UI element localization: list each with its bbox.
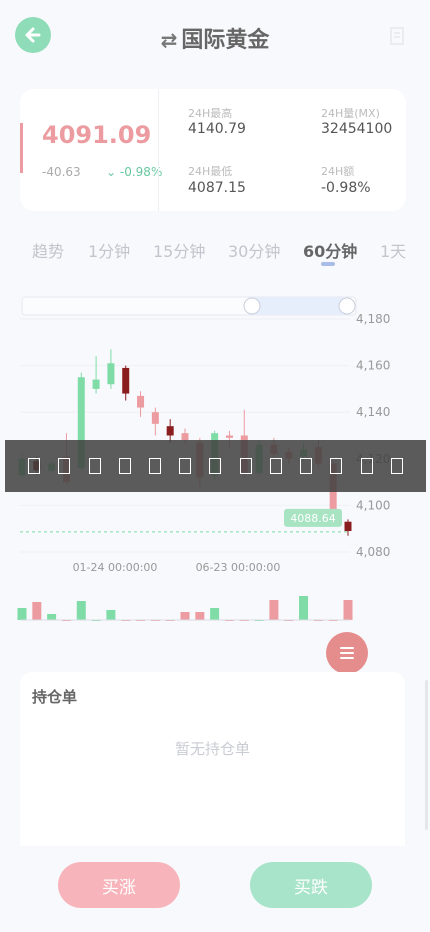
tab-15min[interactable]: 15分钟 <box>153 238 205 262</box>
scrollbar[interactable] <box>425 680 428 830</box>
interval-tabs: 趋势 1分钟 15分钟 30分钟 60分钟 1天 <box>0 234 430 270</box>
volume-bar <box>195 612 205 620</box>
positions-empty-text: 暂无持仓单 <box>174 740 250 758</box>
stat-amount-value: -0.98% <box>321 180 371 196</box>
tab-30min[interactable]: 30分钟 <box>228 238 280 262</box>
candle <box>344 521 352 532</box>
missing-glyph-box <box>148 458 161 474</box>
last-price-tag: 4088.64 <box>284 508 342 527</box>
y-tick-label: 4,160 <box>356 359 390 373</box>
card-divider <box>158 89 159 211</box>
buy-down-button[interactable]: 买跌 <box>250 862 372 908</box>
candle <box>166 426 174 436</box>
y-tick-label: 4,180 <box>356 312 390 326</box>
stat-low-label: 24H最低 <box>188 165 233 178</box>
stat-volume-label: 24H量(MX) <box>321 107 380 120</box>
missing-glyph-box <box>28 458 41 474</box>
y-tick-label: 4,140 <box>356 405 390 419</box>
price-accent-bar <box>20 123 23 173</box>
candle <box>92 379 100 389</box>
price-change-pct: ⌄ -0.98% <box>106 165 162 179</box>
y-axis: 4,1804,1604,1404,1204,1004,080 <box>356 312 390 559</box>
price-change: -40.63 <box>42 165 81 179</box>
volume-bar <box>343 600 353 620</box>
missing-glyph-box <box>118 458 131 474</box>
stat-low-value: 4087.15 <box>188 180 246 196</box>
stat-amount-label: 24H额 <box>321 165 355 178</box>
missing-glyph-box <box>88 458 101 474</box>
stat-volume-value: 32454100 <box>321 121 393 137</box>
candle <box>137 395 145 408</box>
volume-bar <box>180 612 190 620</box>
candle <box>107 363 115 385</box>
candle <box>225 435 233 438</box>
missing-glyph-box <box>390 458 403 474</box>
tab-60min[interactable]: 60分钟 <box>303 238 357 262</box>
current-price: 4091.09 <box>42 121 152 149</box>
stat-high-label: 24H最高 <box>188 107 233 120</box>
chevron-down-icon: ⌄ <box>106 165 117 179</box>
volume-bar <box>32 602 42 620</box>
quote-card: 4091.09 -40.63 ⌄ -0.98% 24H最高 4140.79 24… <box>20 89 406 211</box>
bottom-action-bar: 买涨 买跌 <box>0 846 430 932</box>
missing-glyph-box <box>179 458 192 474</box>
active-tab-indicator <box>321 262 335 266</box>
y-tick-label: 4,100 <box>356 498 390 512</box>
tab-1day[interactable]: 1天 <box>380 238 406 262</box>
page-title-wrap[interactable]: ⇄ 国际黄金 <box>0 22 430 54</box>
notification-banner <box>5 440 426 492</box>
tab-1min[interactable]: 1分钟 <box>88 238 130 262</box>
info-icon[interactable] <box>388 26 406 46</box>
volume-bar <box>17 608 27 620</box>
menu-button[interactable] <box>326 632 368 674</box>
page-title: 国际黄金 <box>181 28 270 53</box>
x-label-2: 06-23 00:00:00 <box>196 561 281 574</box>
volume-bar <box>106 610 116 620</box>
positions-panel: 持仓单 暂无持仓单 <box>20 672 405 862</box>
stat-high-value: 4140.79 <box>188 121 246 137</box>
missing-glyph-box <box>209 458 222 474</box>
price-change-pct-value: -0.98% <box>119 165 163 179</box>
missing-glyph-box <box>58 458 71 474</box>
menu-icon <box>340 647 354 659</box>
volume-bar <box>47 614 57 620</box>
range-slider-selection[interactable] <box>252 297 348 315</box>
range-slider-handle-left[interactable] <box>243 297 261 315</box>
y-tick-label: 4,080 <box>356 545 390 559</box>
volume-bar <box>76 601 86 620</box>
missing-glyph-box <box>239 458 252 474</box>
swap-icon[interactable]: ⇄ <box>161 28 178 52</box>
range-slider-handle-right[interactable] <box>338 297 356 315</box>
missing-glyph-box <box>300 458 313 474</box>
volume-bars <box>17 596 353 621</box>
missing-glyph-box <box>269 458 282 474</box>
last-price-label: 4088.64 <box>290 512 336 525</box>
missing-glyph-box <box>330 458 343 474</box>
candle <box>122 367 130 394</box>
buy-up-button[interactable]: 买涨 <box>58 862 180 908</box>
header: ⇄ 国际黄金 <box>0 0 430 72</box>
candle <box>151 412 159 424</box>
positions-title: 持仓单 <box>32 688 78 706</box>
volume-bar <box>269 600 279 620</box>
volume-bar <box>210 608 220 620</box>
tab-trend[interactable]: 趋势 <box>32 238 64 262</box>
x-label-1: 01-24 00:00:00 <box>73 561 158 574</box>
missing-glyph-box <box>360 458 373 474</box>
volume-bar <box>299 596 309 620</box>
